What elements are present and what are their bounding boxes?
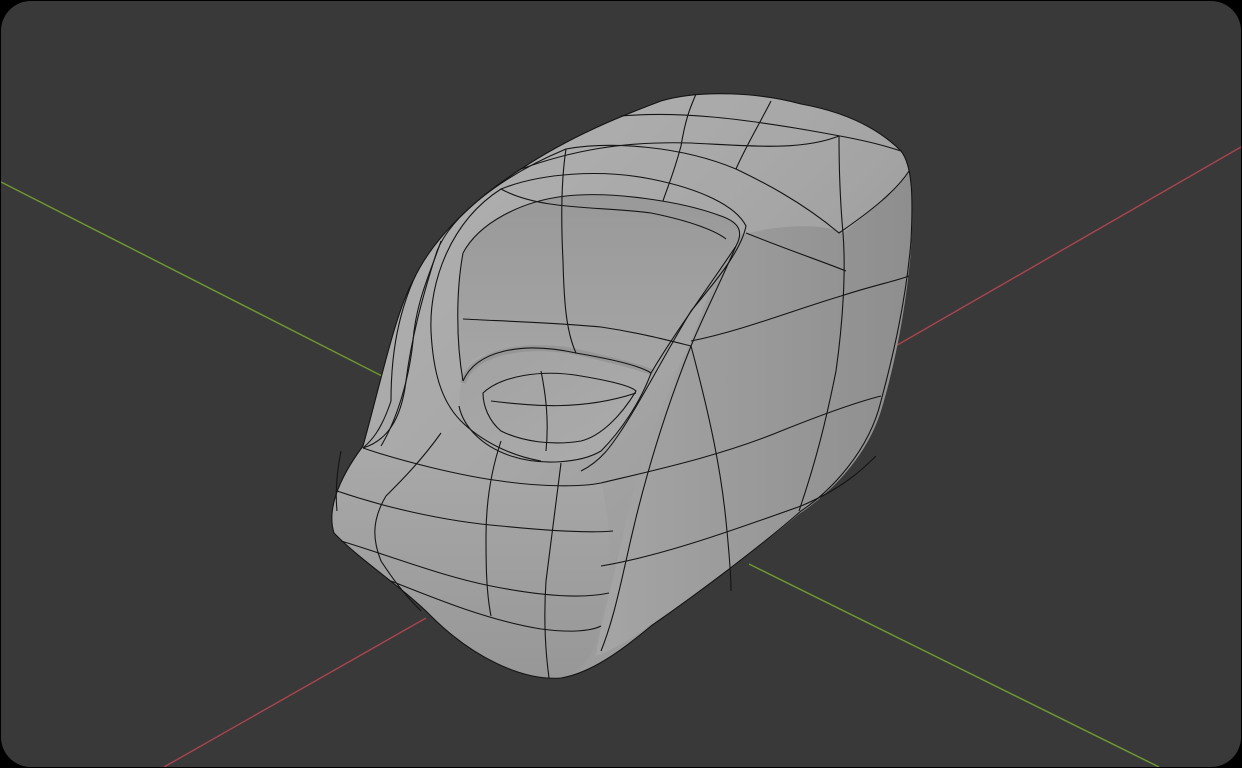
x-axis-line-front bbox=[163, 617, 427, 767]
viewport-canvas[interactable] bbox=[1, 1, 1241, 767]
3d-viewport[interactable] bbox=[1, 1, 1241, 767]
viewport-frame bbox=[0, 0, 1242, 768]
armchair-mesh[interactable] bbox=[331, 93, 913, 679]
x-axis-line bbox=[886, 146, 1241, 352]
y-axis-line-front bbox=[748, 563, 1160, 767]
y-axis-line bbox=[1, 181, 385, 378]
